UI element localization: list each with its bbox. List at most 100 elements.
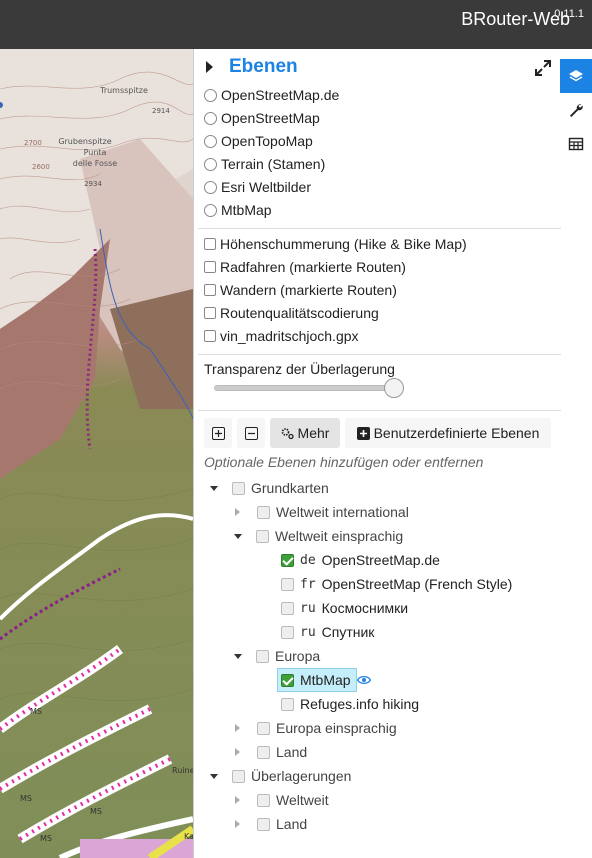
overlay-option[interactable]: Routenqualitätscodierung <box>204 303 379 323</box>
eye-icon[interactable] <box>356 675 371 685</box>
more-button-label: Mehr <box>297 425 330 441</box>
checkbox[interactable] <box>257 721 270 735</box>
tree-item[interactable]: Refuges.info hiking <box>281 693 419 715</box>
map-canvas[interactable]: Trumsspitze 2914 Grubenspitze Punta dell… <box>0 49 193 858</box>
checkbox[interactable] <box>204 284 216 296</box>
tab-layers[interactable] <box>560 59 592 93</box>
radio-button[interactable] <box>204 180 217 194</box>
checkbox[interactable] <box>281 625 294 639</box>
more-button[interactable]: Mehr <box>270 418 340 448</box>
checkbox-checked[interactable] <box>281 553 294 567</box>
tree-node-europa[interactable]: Europa <box>234 645 320 667</box>
base-layer-label: OpenTopoMap <box>221 133 313 149</box>
collapse-all-button[interactable] <box>237 418 265 448</box>
base-layer-option[interactable]: OpenStreetMap <box>204 108 320 128</box>
expand-icon[interactable] <box>533 58 553 78</box>
table-icon <box>568 137 584 151</box>
radio-button[interactable] <box>204 203 217 217</box>
checkbox[interactable] <box>257 817 270 831</box>
base-layer-label: Esri Weltbilder <box>221 179 311 195</box>
tree-label: Überlagerungen <box>251 768 352 784</box>
radio-button[interactable] <box>204 111 217 125</box>
opacity-slider-track[interactable] <box>214 385 404 391</box>
opacity-slider-thumb[interactable] <box>384 378 404 398</box>
base-layer-option[interactable]: Esri Weltbilder <box>204 177 311 197</box>
expanded-arrow-icon[interactable] <box>210 485 218 491</box>
tree-label: Weltweit international <box>276 504 409 520</box>
overlay-label: Wandern (markierte Routen) <box>220 282 397 298</box>
tree-item-selected[interactable]: MtbMap <box>281 669 371 691</box>
divider <box>198 410 561 411</box>
base-layer-option[interactable]: MtbMap <box>204 200 272 220</box>
checkbox[interactable] <box>257 793 270 807</box>
tree-node-ueberlagerungen[interactable]: Überlagerungen <box>210 765 351 787</box>
tree-node-overlay-weltweit[interactable]: Weltweit <box>235 789 329 811</box>
checkbox[interactable] <box>257 505 270 519</box>
base-layer-option[interactable]: OpenStreetMap.de <box>204 85 339 105</box>
checkbox[interactable] <box>232 481 245 495</box>
collapsed-arrow-icon[interactable] <box>235 796 240 804</box>
checkbox[interactable] <box>204 330 216 342</box>
tree-node-overlay-land[interactable]: Land <box>235 813 307 835</box>
overlay-option[interactable]: Höhenschummerung (Hike & Bike Map) <box>204 234 467 254</box>
checkbox[interactable] <box>281 577 294 591</box>
collapsed-arrow-icon[interactable] <box>235 508 240 516</box>
tree-item[interactable]: ru Космоснимки <box>281 597 408 619</box>
plus-box-icon <box>356 426 370 440</box>
map-label-route: MS <box>30 707 42 716</box>
checkbox[interactable] <box>204 261 216 273</box>
collapse-arrow-icon[interactable] <box>206 61 213 73</box>
checkbox-checked[interactable] <box>281 673 294 687</box>
expand-all-button[interactable] <box>204 418 232 448</box>
tree-item[interactable]: ru Спутник <box>281 621 374 643</box>
checkbox[interactable] <box>281 601 294 615</box>
base-layer-label: MtbMap <box>221 202 272 218</box>
language-code: fr <box>300 576 316 592</box>
divider <box>198 228 561 229</box>
collapsed-arrow-icon[interactable] <box>235 724 240 732</box>
opacity-label: Transparenz der Überlagerung <box>204 361 395 377</box>
map-label-place: Ruine <box>172 766 193 775</box>
radio-button[interactable] <box>204 157 217 171</box>
tree-label: Weltweit <box>276 792 329 808</box>
collapsed-arrow-icon[interactable] <box>235 748 240 756</box>
tab-table[interactable] <box>560 127 592 161</box>
tree-node-europa-einsprachig[interactable]: Europa einsprachig <box>235 717 397 739</box>
tree-node-weltweit-international[interactable]: Weltweit international <box>235 501 409 523</box>
checkbox[interactable] <box>256 529 269 543</box>
tree-item[interactable]: de OpenStreetMap.de <box>281 549 440 571</box>
tree-label: Refuges.info hiking <box>300 696 420 712</box>
overlay-option[interactable]: Radfahren (markierte Routen) <box>204 257 406 277</box>
tree-node-grundkarten[interactable]: Grundkarten <box>210 477 329 499</box>
overlay-option[interactable]: Wandern (markierte Routen) <box>204 280 397 300</box>
map-view[interactable]: Trumsspitze 2914 Grubenspitze Punta dell… <box>0 49 193 858</box>
checkbox[interactable] <box>204 307 216 319</box>
base-layer-option[interactable]: OpenTopoMap <box>204 131 313 151</box>
map-label-peak: Trumsspitze <box>99 86 148 95</box>
tree-label: Космоснимки <box>321 600 409 616</box>
radio-button[interactable] <box>204 88 217 102</box>
tree-label: MtbMap <box>300 672 351 688</box>
checkbox[interactable] <box>281 697 294 711</box>
custom-layers-button[interactable]: Benutzerdefinierte Ebenen <box>345 418 551 448</box>
language-code: ru <box>300 624 316 640</box>
overlay-option[interactable]: vin_madritschjoch.gpx <box>204 326 359 346</box>
map-label-contour: 2700 <box>24 139 42 147</box>
base-layer-option[interactable]: Terrain (Stamen) <box>204 154 325 174</box>
tree-node-weltweit-einsprachig[interactable]: Weltweit einsprachig <box>234 525 403 547</box>
optional-layers-hint: Optionale Ebenen hinzufügen oder entfern… <box>204 454 484 470</box>
expanded-arrow-icon[interactable] <box>210 773 218 779</box>
panel-title[interactable]: Ebenen <box>229 56 298 78</box>
minus-square-icon <box>244 426 258 440</box>
checkbox[interactable] <box>256 649 269 663</box>
tab-settings[interactable] <box>560 93 592 127</box>
expanded-arrow-icon[interactable] <box>234 533 242 539</box>
checkbox[interactable] <box>204 238 216 250</box>
collapsed-arrow-icon[interactable] <box>235 820 240 828</box>
expanded-arrow-icon[interactable] <box>234 653 242 659</box>
tree-node-land[interactable]: Land <box>235 741 307 763</box>
radio-button[interactable] <box>204 134 217 148</box>
checkbox[interactable] <box>232 769 245 783</box>
tree-item[interactable]: fr OpenStreetMap (French Style) <box>281 573 512 595</box>
checkbox[interactable] <box>257 745 270 759</box>
